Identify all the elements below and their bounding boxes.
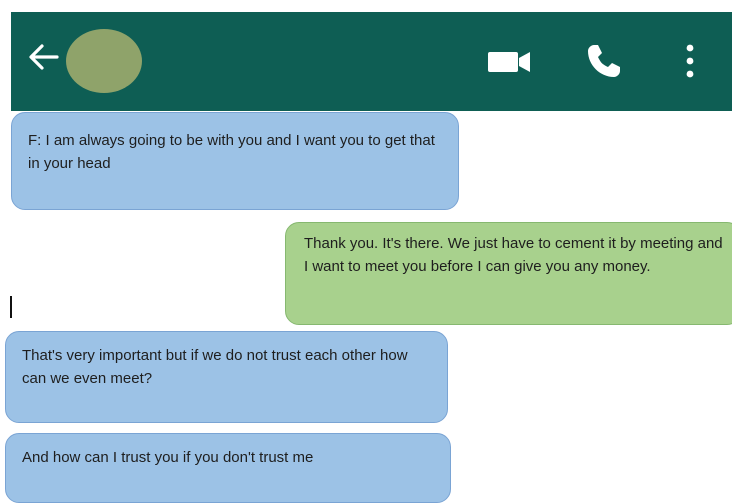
message-text: And how can I trust you if you don't tru…: [22, 449, 314, 466]
message-bubble-incoming: That's very important but if we do not t…: [5, 331, 448, 423]
video-camera-icon[interactable]: [487, 46, 533, 76]
arrow-left-icon[interactable]: [27, 40, 61, 74]
more-vertical-icon[interactable]: [681, 42, 699, 80]
phone-icon[interactable]: [585, 42, 623, 80]
message-text: Thank you. It's there. We just have to c…: [304, 235, 723, 275]
message-bubble-outgoing: Thank you. It's there. We just have to c…: [285, 222, 732, 325]
chat-header: [11, 12, 732, 111]
text-cursor: [10, 296, 12, 318]
message-bubble-incoming: F: I am always going to be with you and …: [11, 112, 459, 210]
message-text: That's very important but if we do not t…: [22, 347, 408, 387]
message-text: F: I am always going to be with you and …: [28, 132, 435, 172]
message-bubble-incoming: And how can I trust you if you don't tru…: [5, 433, 451, 503]
contact-avatar[interactable]: [66, 29, 142, 93]
